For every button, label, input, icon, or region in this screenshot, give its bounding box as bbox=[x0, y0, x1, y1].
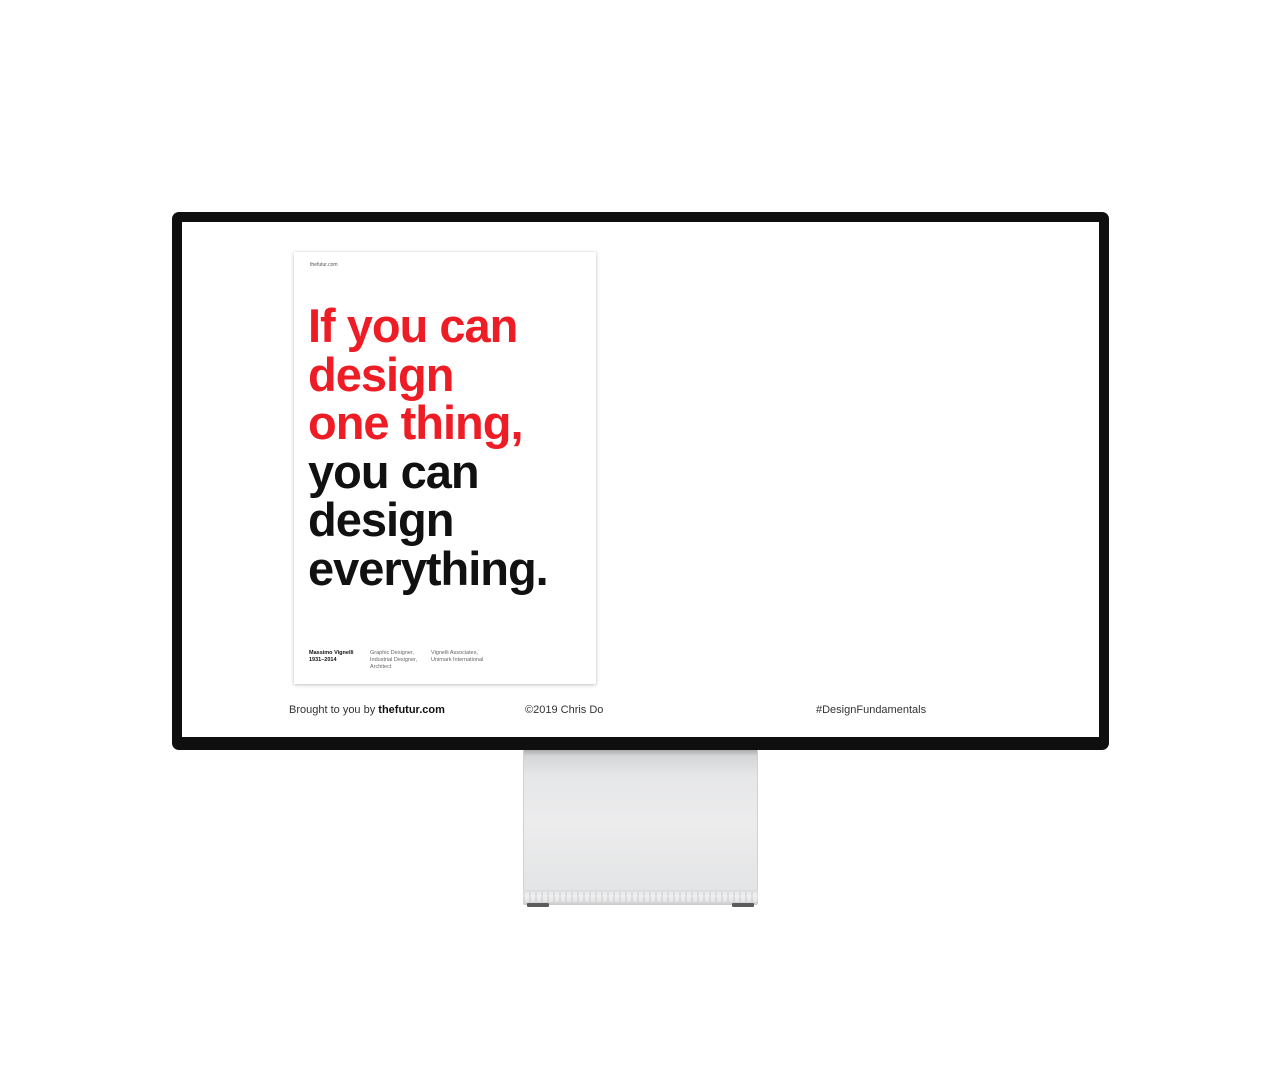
role-item: Architect bbox=[370, 664, 392, 670]
stand-foot-pad-left bbox=[527, 903, 549, 907]
stage: thefutur.com If you can design one thing… bbox=[0, 0, 1280, 1080]
role-item: Graphic Designer, bbox=[370, 650, 415, 656]
monitor-stand-neck bbox=[523, 750, 758, 896]
quote-line: one thing, bbox=[308, 396, 524, 449]
org-item: Vignelli Associates, bbox=[431, 650, 478, 656]
stand-grooves bbox=[523, 892, 758, 902]
poster-quote: If you can design one thing, you can des… bbox=[308, 299, 549, 595]
quote-line: everything. bbox=[308, 541, 549, 595]
org-item: Unimark International bbox=[431, 657, 484, 663]
hashtag-text: #DesignFundamentals bbox=[816, 704, 927, 716]
poster-roles: Graphic Designer, Industrial Designer, A… bbox=[370, 650, 417, 671]
brought-prefix: Brought to you by bbox=[289, 704, 379, 716]
stand-foot-pad-right bbox=[732, 903, 754, 907]
role-item: Industrial Designer, bbox=[370, 657, 418, 663]
quote-line: If you can bbox=[308, 299, 518, 352]
quote-poster: thefutur.com If you can design one thing… bbox=[294, 252, 596, 684]
poster-orgs: Vignelli Associates, Unimark Internation… bbox=[431, 650, 483, 664]
quote-line: you can bbox=[308, 444, 480, 498]
quote-line: design bbox=[308, 347, 454, 401]
poster-author: Massimo Vignelli 1931–2014 bbox=[309, 650, 354, 664]
author-years: 1931–2014 bbox=[309, 657, 337, 663]
poster-site-label: thefutur.com bbox=[310, 262, 338, 268]
monitor-screen: thefutur.com If you can design one thing… bbox=[182, 222, 1099, 737]
author-name: Massimo Vignelli bbox=[309, 650, 354, 656]
brought-to-you-credit: Brought to you by thefutur.com bbox=[289, 704, 445, 716]
quote-line: design bbox=[308, 493, 454, 546]
copyright-text: ©2019 Chris Do bbox=[525, 704, 604, 716]
brand-link[interactable]: thefutur.com bbox=[378, 704, 445, 716]
